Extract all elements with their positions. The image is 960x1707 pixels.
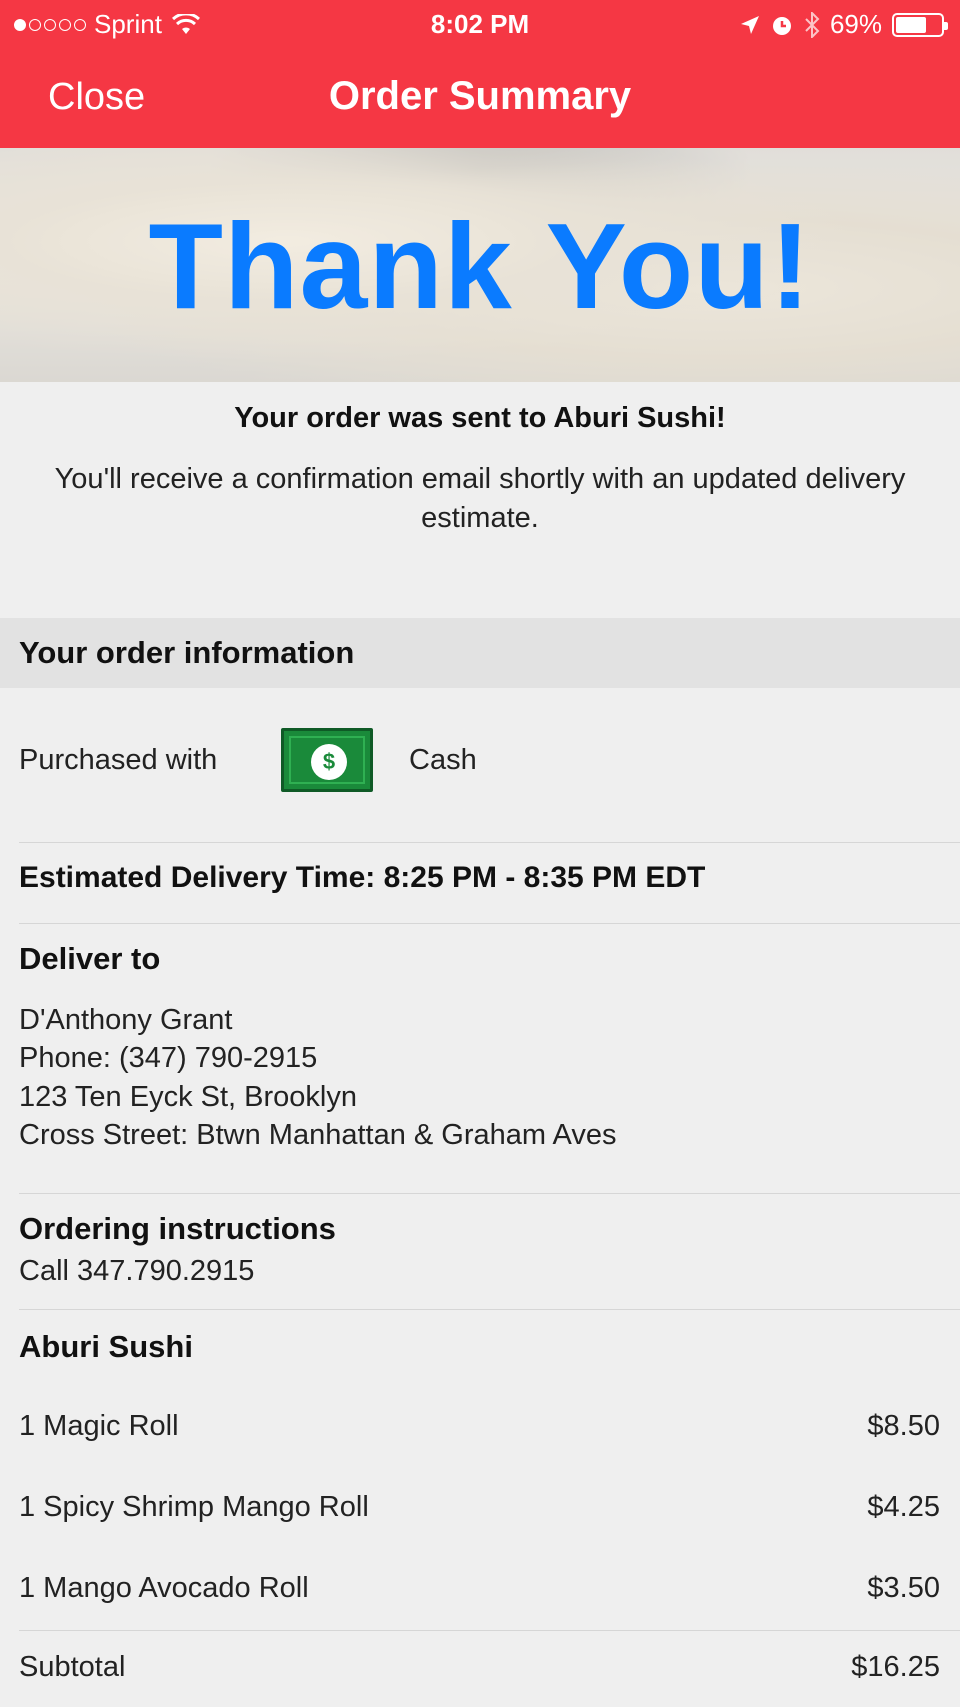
- cross-street: Cross Street: Btwn Manhattan & Graham Av…: [19, 1119, 617, 1151]
- divider: [19, 1309, 960, 1310]
- cash-icon: $: [281, 728, 373, 792]
- location-arrow-icon: [740, 15, 759, 34]
- battery-icon: [892, 12, 948, 37]
- bluetooth-icon: [805, 11, 820, 38]
- order-item-name: 1 Spicy Shrimp Mango Roll: [19, 1491, 369, 1523]
- recipient-phone: Phone: (347) 790-2915: [19, 1042, 318, 1074]
- payment-method: Cash: [409, 744, 477, 776]
- page-title: Order Summary: [328, 74, 632, 118]
- hero-banner: Thank You!: [0, 148, 960, 382]
- ordering-instructions-label: Ordering instructions: [19, 1211, 336, 1246]
- confirmation-message: You'll receive a confirmation email shor…: [54, 463, 906, 534]
- delivery-address: 123 Ten Eyck St, Brooklyn: [19, 1081, 357, 1113]
- order-information-header: Your order information: [0, 618, 960, 688]
- battery-level: [896, 16, 927, 33]
- divider: [19, 1193, 960, 1194]
- battery-percent: 69%: [829, 9, 882, 39]
- estimated-delivery-time: Estimated Delivery Time: 8:25 PM - 8:35 …: [19, 861, 706, 894]
- header-bar: Sprint 8:02 PM 69% Close Order Summary: [0, 0, 960, 148]
- confirmation-title: Your order was sent to Aburi Sushi!: [234, 402, 726, 434]
- divider: [19, 1630, 960, 1631]
- order-item-name: 1 Magic Roll: [19, 1410, 179, 1442]
- status-bar: Sprint 8:02 PM 69%: [0, 0, 960, 48]
- restaurant-name: Aburi Sushi: [19, 1329, 193, 1364]
- order-item-price: $3.50: [867, 1572, 940, 1604]
- subtotal-label: Subtotal: [19, 1651, 126, 1683]
- order-item-price: $8.50: [867, 1410, 940, 1442]
- divider: [19, 923, 960, 924]
- recipient-name: D'Anthony Grant: [19, 1004, 233, 1036]
- dollar-sign-icon: $: [311, 744, 347, 780]
- deliver-to-label: Deliver to: [19, 941, 161, 976]
- thank-you-heading: Thank You!: [148, 198, 812, 334]
- order-item-name: 1 Mango Avocado Roll: [19, 1572, 309, 1604]
- navigation-bar: Close Order Summary: [0, 60, 960, 132]
- divider: [19, 842, 960, 843]
- ordering-instructions: Call 347.790.2915: [19, 1255, 255, 1287]
- order-item-price: $4.25: [867, 1491, 940, 1523]
- subtotal-value: $16.25: [851, 1651, 940, 1683]
- alarm-clock-icon: [772, 16, 791, 35]
- purchased-with-label: Purchased with: [19, 744, 218, 776]
